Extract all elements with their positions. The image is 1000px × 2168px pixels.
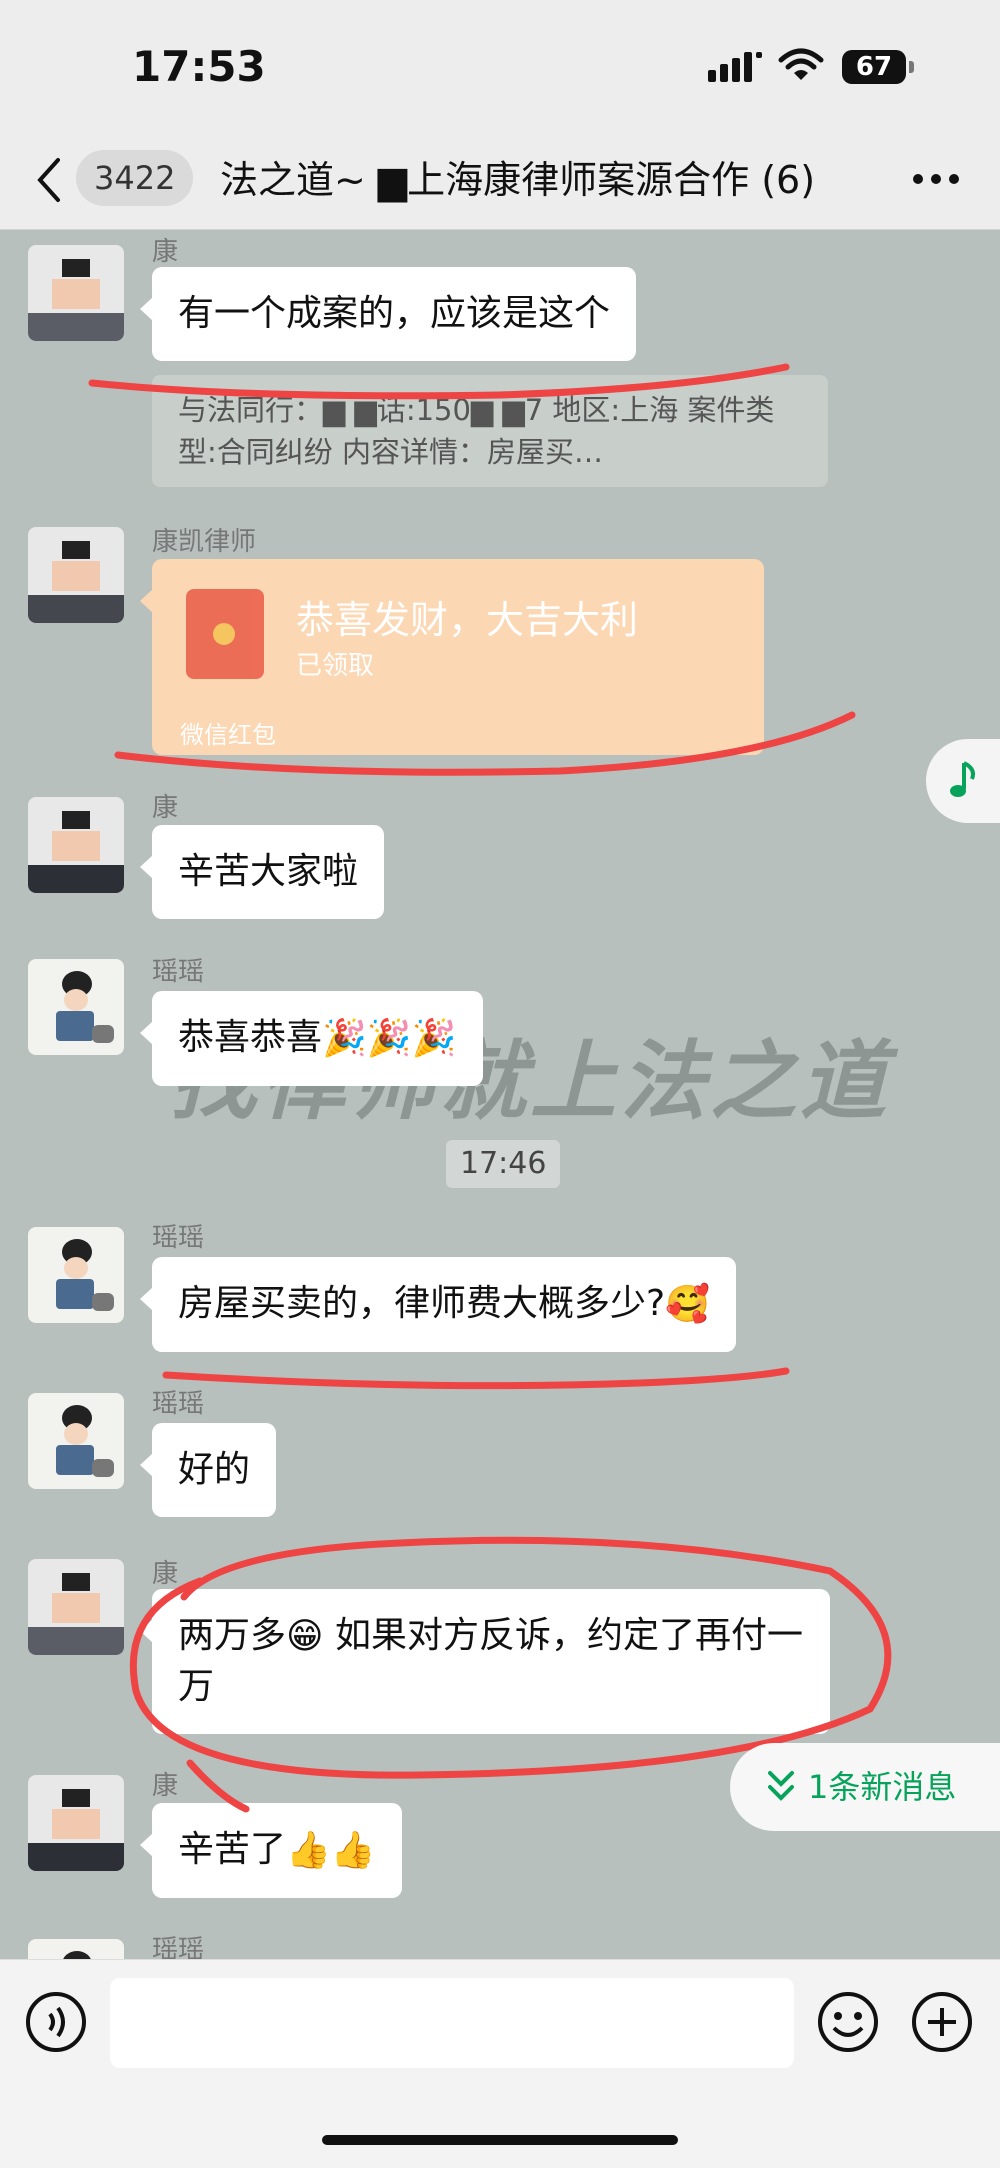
heart-eyes-emoji: 🥰 xyxy=(665,1284,710,1325)
status-time: 17:53 xyxy=(132,42,266,91)
quote-text: 与法同行：▆ ▆话:150▆ ▆7 地区:上海 案件类型:合同纠纷 内容详情：房… xyxy=(178,393,775,469)
message-bubble[interactable]: 有一个成案的，应该是这个 xyxy=(139,267,637,361)
red-packet-status: 已领取 xyxy=(296,651,375,681)
message-text: 有一个成案的，应该是这个 xyxy=(178,293,611,334)
new-messages-button[interactable]: 1条新消息 xyxy=(730,1743,1000,1831)
avatar[interactable] xyxy=(28,797,124,893)
message-text: 恭喜恭喜 xyxy=(178,1017,323,1058)
message-text: 辛苦大家啦 xyxy=(178,851,359,892)
avatar[interactable] xyxy=(28,959,124,1055)
message-bubble[interactable]: 房屋买卖的，律师费大概多少?🥰 xyxy=(140,1257,736,1352)
chat-area[interactable]: 找律师就上法之道 康 有一个成案的，应该是这个 与法同行：▆ ▆话:150▆ ▆… xyxy=(0,231,1000,1959)
sender-name: 瑶瑶 xyxy=(152,1223,205,1253)
message-text: 好的 xyxy=(178,1449,251,1490)
sender-name: 康 xyxy=(152,237,179,267)
avatar[interactable] xyxy=(28,1775,124,1871)
back-icon[interactable] xyxy=(34,156,64,204)
signal-icon xyxy=(708,52,762,82)
avatar[interactable] xyxy=(28,1227,124,1323)
chat-title[interactable]: 法之道~ ▆上海康律师案源合作 (6) xyxy=(220,152,880,208)
thumbs-up-emoji: 👍👍 xyxy=(286,1830,376,1871)
red-packet-footer: 微信红包 xyxy=(180,721,276,749)
avatar[interactable] xyxy=(28,1939,124,1959)
red-packet-message[interactable]: 恭喜发财，大吉大利 已领取 微信红包 xyxy=(140,559,764,755)
more-icon[interactable] xyxy=(912,172,960,186)
voice-icon[interactable] xyxy=(24,1990,88,2054)
sender-name: 康 xyxy=(152,1771,179,1801)
sender-name: 康凯律师 xyxy=(152,527,257,557)
chat-header: 3422 法之道~ ▆上海康律师案源合作 (6) xyxy=(0,130,1000,230)
wifi-icon xyxy=(778,48,824,80)
emoji-face-icon[interactable] xyxy=(816,1990,880,2054)
red-packet-title: 恭喜发财，大吉大利 xyxy=(296,598,639,642)
chevron-down-icon xyxy=(768,1771,794,1801)
message-bubble[interactable]: 恭喜恭喜🎉🎉🎉 xyxy=(140,991,483,1086)
sender-name: 瑶瑶 xyxy=(152,1935,205,1959)
sender-name: 瑶瑶 xyxy=(152,957,205,987)
message-text: 房屋买卖的，律师费大概多少? xyxy=(178,1283,666,1324)
plus-icon[interactable] xyxy=(910,1990,974,2054)
red-packet-icon xyxy=(186,589,264,679)
quoted-message[interactable]: 与法同行：▆ ▆话:150▆ ▆7 地区:上海 案件类型:合同纠纷 内容详情：房… xyxy=(152,375,828,487)
sender-name: 康 xyxy=(152,1559,179,1589)
message-text: 两万多 xyxy=(178,1615,287,1656)
avatar[interactable] xyxy=(28,245,124,341)
chat-timestamp: 17:46 xyxy=(446,1140,561,1188)
message-bubble[interactable]: 好的 xyxy=(139,1423,277,1517)
battery-indicator: 67 xyxy=(842,50,914,84)
unread-count-badge[interactable]: 3422 xyxy=(76,150,194,206)
status-bar: 17:53 67 xyxy=(0,0,1000,130)
message-bubble[interactable]: 辛苦大家啦 xyxy=(139,825,385,919)
input-bar xyxy=(0,1959,1000,2168)
sender-name: 康 xyxy=(152,793,179,823)
message-input[interactable] xyxy=(110,1978,794,2068)
music-button[interactable] xyxy=(926,739,1000,823)
message-text: 辛苦了 xyxy=(178,1829,287,1870)
avatar[interactable] xyxy=(28,1393,124,1489)
new-messages-label: 1条新消息 xyxy=(808,1768,957,1806)
music-icon xyxy=(950,761,975,797)
message-bubble[interactable]: 辛苦了👍👍 xyxy=(140,1803,402,1898)
avatar[interactable] xyxy=(28,527,124,623)
sender-name: 瑶瑶 xyxy=(152,1389,205,1419)
message-bubble[interactable]: 两万多😁 如果对方反诉，约定了再付一万 xyxy=(140,1589,830,1734)
home-indicator xyxy=(322,2135,678,2145)
avatar[interactable] xyxy=(28,1559,124,1655)
party-popper-emoji: 🎉🎉🎉 xyxy=(322,1018,457,1059)
grin-emoji: 😁 xyxy=(286,1616,324,1657)
